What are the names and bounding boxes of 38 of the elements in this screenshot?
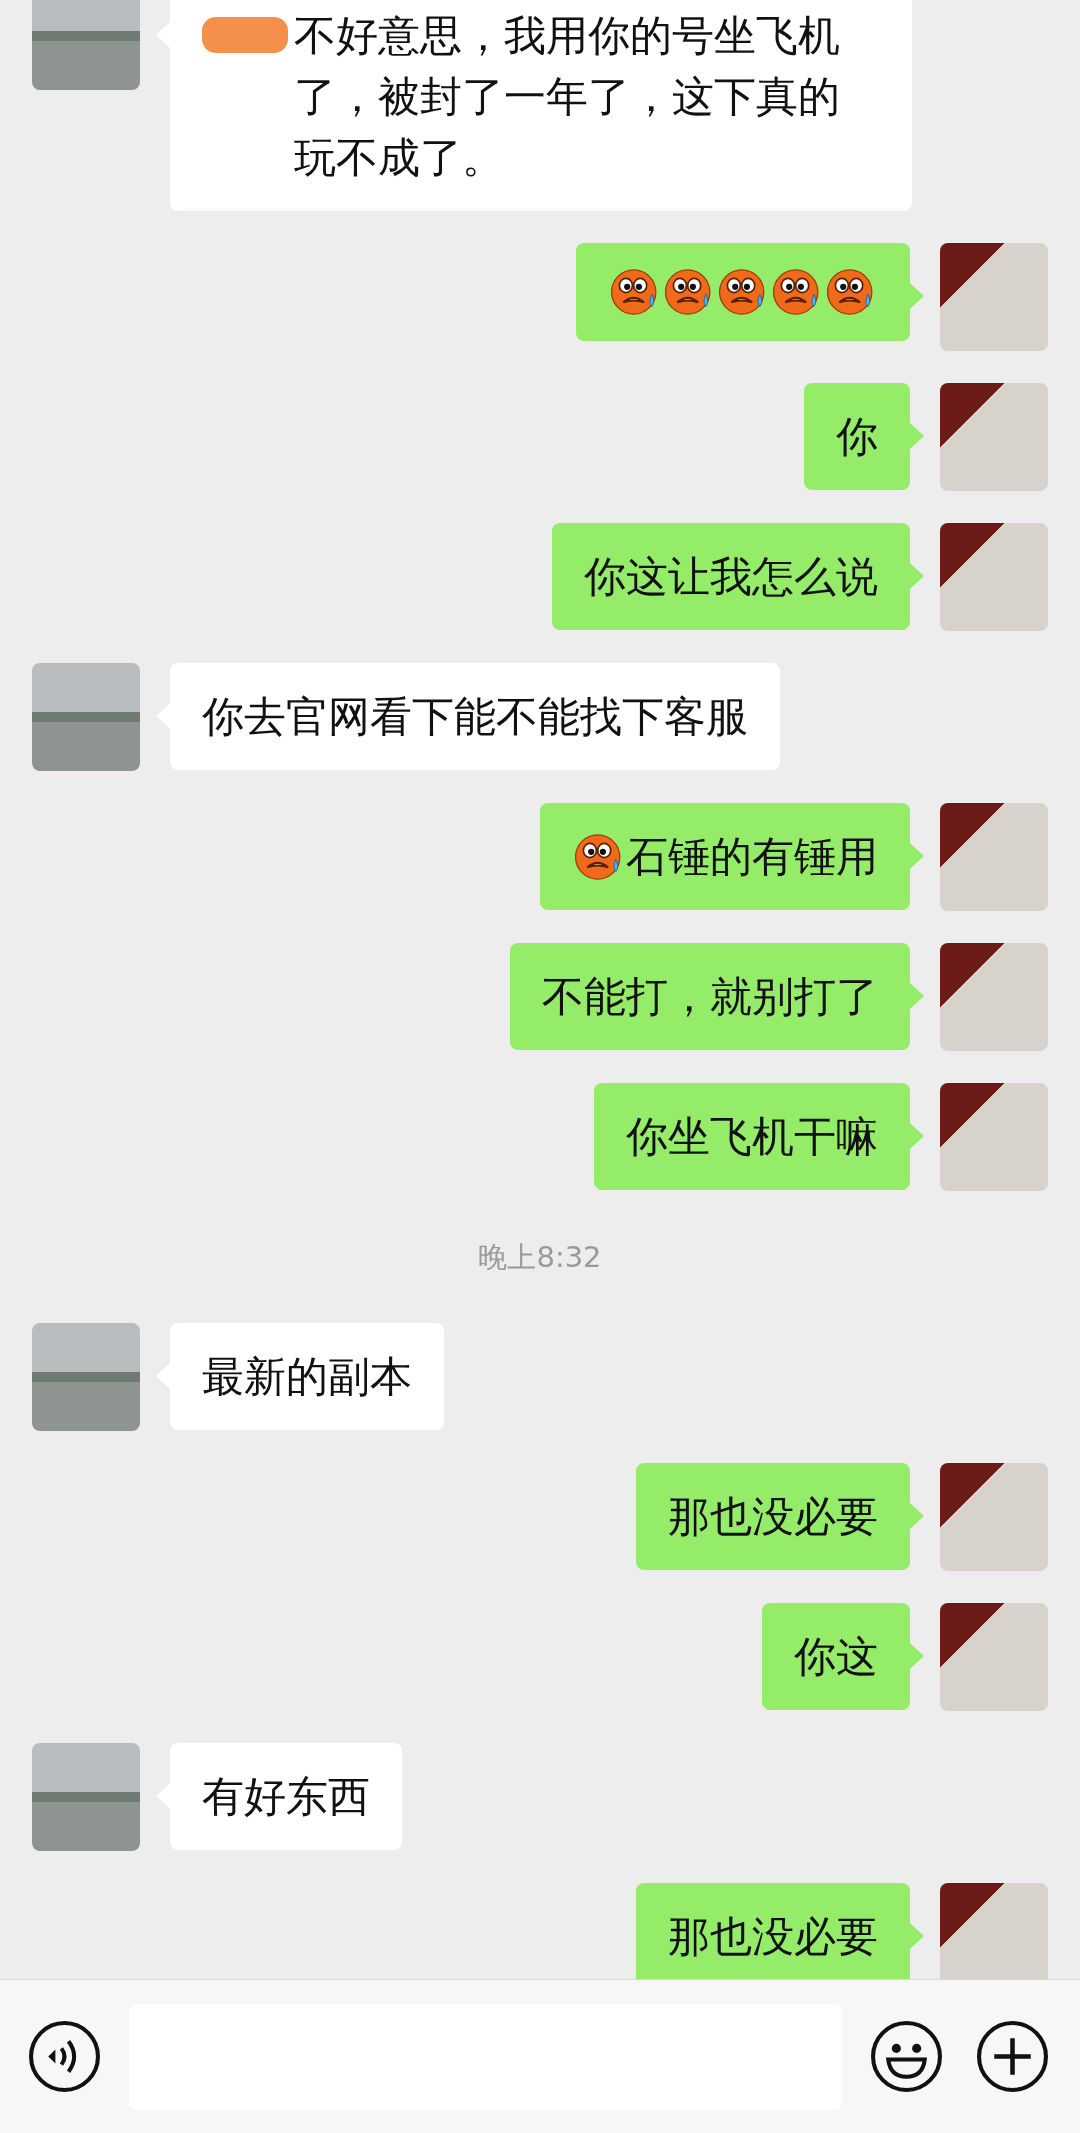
message-bubble[interactable]: 你这 <box>762 1603 910 1710</box>
message-bubble[interactable]: 最新的副本 <box>170 1323 444 1430</box>
message-text: 你坐飞机干嘛 <box>626 1111 878 1163</box>
message-text: 最新的副本 <box>202 1351 412 1403</box>
message-bubble[interactable]: 不能打，就别打了 <box>510 943 910 1050</box>
message-bubble[interactable] <box>576 243 910 341</box>
voice-icon[interactable] <box>28 2020 101 2093</box>
message-bubble[interactable]: 你去官网看下能不能找下客服 <box>170 663 780 770</box>
message-text: 石锤的有锤用 <box>626 831 878 883</box>
avatar-photo-placeholder[interactable] <box>940 943 1048 1051</box>
avatar-photo-placeholder[interactable] <box>940 1083 1048 1191</box>
timestamp: 晚上8:32 <box>478 1239 602 1276</box>
avatar-photo-placeholder[interactable] <box>940 523 1048 631</box>
message-text: 那也没必要 <box>668 1911 878 1963</box>
message-text: 那也没必要 <box>668 1491 878 1543</box>
avatar-photo-placeholder[interactable] <box>940 1883 1048 1979</box>
message-bubble[interactable]: 你坐飞机干嘛 <box>594 1083 910 1190</box>
message-bubble[interactable]: 石锤的有锤用 <box>540 803 910 910</box>
message-text: 不能打，就别打了 <box>542 971 878 1023</box>
message-bubble[interactable]: 那也没必要 <box>636 1463 910 1570</box>
smiley-icon[interactable] <box>870 2020 943 2093</box>
message-bubble[interactable]: 你 <box>804 383 910 490</box>
message-bubble[interactable]: 你这让我怎么说 <box>552 523 910 630</box>
message-bubble[interactable]: 有好东西 <box>170 1743 402 1850</box>
avatar-photo-placeholder[interactable] <box>940 1603 1048 1711</box>
message-text: 你去官网看下能不能找下客服 <box>202 691 748 743</box>
message-text: 你 <box>836 411 878 463</box>
message-text: 不好意思，我用你的号坐飞机了，被封了一年了，这下真的玩不成了。 <box>294 10 841 184</box>
message-bubble[interactable]: 那也没必要 <box>636 1883 910 1979</box>
message-text: 你这让我怎么说 <box>584 551 878 603</box>
avatar-photo-placeholder[interactable] <box>940 383 1048 491</box>
message-text: 你这 <box>794 1631 878 1683</box>
message-text: 有好东西 <box>202 1771 370 1823</box>
plus-icon[interactable] <box>976 2020 1049 2093</box>
avatar-photo-placeholder[interactable] <box>940 1463 1048 1571</box>
message-bubble[interactable]: 不好意思，我用你的号坐飞机了，被封了一年了，这下真的玩不成了。 <box>170 0 912 211</box>
avatar-photo-placeholder[interactable] <box>940 243 1048 351</box>
avatar-photo-placeholder[interactable] <box>940 803 1048 911</box>
